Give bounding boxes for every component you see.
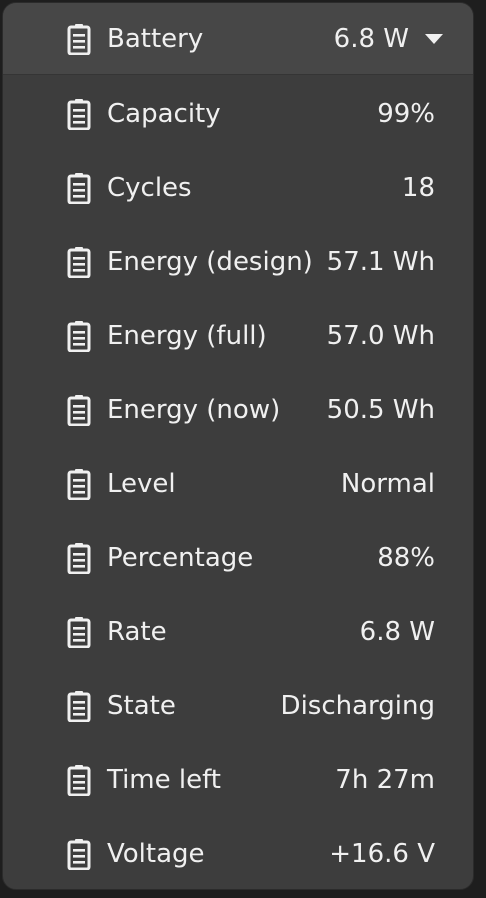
row-value: Discharging (280, 691, 435, 721)
battery-icon (67, 395, 91, 426)
row-label: Voltage (107, 839, 205, 869)
battery-icon (67, 173, 91, 204)
row-label: Energy (now) (107, 395, 281, 425)
battery-row-rate[interactable]: Rate 6.8 W (3, 595, 473, 669)
battery-row-voltage[interactable]: Voltage +16.6 V (3, 817, 473, 889)
battery-icon (67, 321, 91, 352)
row-label: State (107, 691, 176, 721)
row-value: 57.0 Wh (326, 321, 435, 351)
battery-icon (67, 469, 91, 500)
chevron-down-icon[interactable] (425, 33, 443, 44)
row-label: Capacity (107, 99, 221, 129)
row-label: Energy (design) (107, 247, 313, 277)
row-label: Cycles (107, 173, 192, 203)
battery-row-cycles[interactable]: Cycles 18 (3, 151, 473, 225)
row-value: +16.6 V (329, 839, 435, 869)
row-value: 88% (377, 543, 435, 573)
battery-icon (67, 765, 91, 796)
battery-row-energy-now[interactable]: Energy (now) 50.5 Wh (3, 373, 473, 447)
row-label: Percentage (107, 543, 254, 573)
battery-row-percentage[interactable]: Percentage 88% (3, 521, 473, 595)
row-value: 18 (401, 173, 435, 203)
row-value: 7h 27m (335, 765, 435, 795)
row-label: Level (107, 469, 176, 499)
battery-row-level[interactable]: Level Normal (3, 447, 473, 521)
row-value: Normal (340, 469, 435, 499)
row-label: Energy (full) (107, 321, 267, 351)
battery-icon (67, 247, 91, 278)
battery-icon (67, 543, 91, 574)
battery-row-state[interactable]: State Discharging (3, 669, 473, 743)
battery-icon (67, 839, 91, 870)
battery-row-energy-full[interactable]: Energy (full) 57.0 Wh (3, 299, 473, 373)
battery-icon (67, 23, 91, 55)
row-label: Rate (107, 617, 167, 647)
row-label: Time left (107, 765, 222, 795)
battery-row-capacity[interactable]: Capacity 99% (3, 77, 473, 151)
row-value: 57.1 Wh (326, 247, 435, 277)
battery-icon (67, 617, 91, 648)
battery-header[interactable]: Battery 6.8 W (3, 3, 473, 75)
battery-icon (67, 691, 91, 722)
header-label: Battery (107, 23, 204, 54)
battery-row-time-left[interactable]: Time left 7h 27m (3, 743, 473, 817)
battery-popup: Battery 6.8 W Capacity 99% Cycles 18 Ene… (2, 2, 474, 890)
row-value: 6.8 W (359, 617, 435, 647)
row-value: 50.5 Wh (326, 395, 435, 425)
battery-icon (67, 99, 91, 130)
battery-row-energy-design[interactable]: Energy (design) 57.1 Wh (3, 225, 473, 299)
row-value: 99% (377, 99, 435, 129)
header-value: 6.8 W (333, 23, 409, 54)
